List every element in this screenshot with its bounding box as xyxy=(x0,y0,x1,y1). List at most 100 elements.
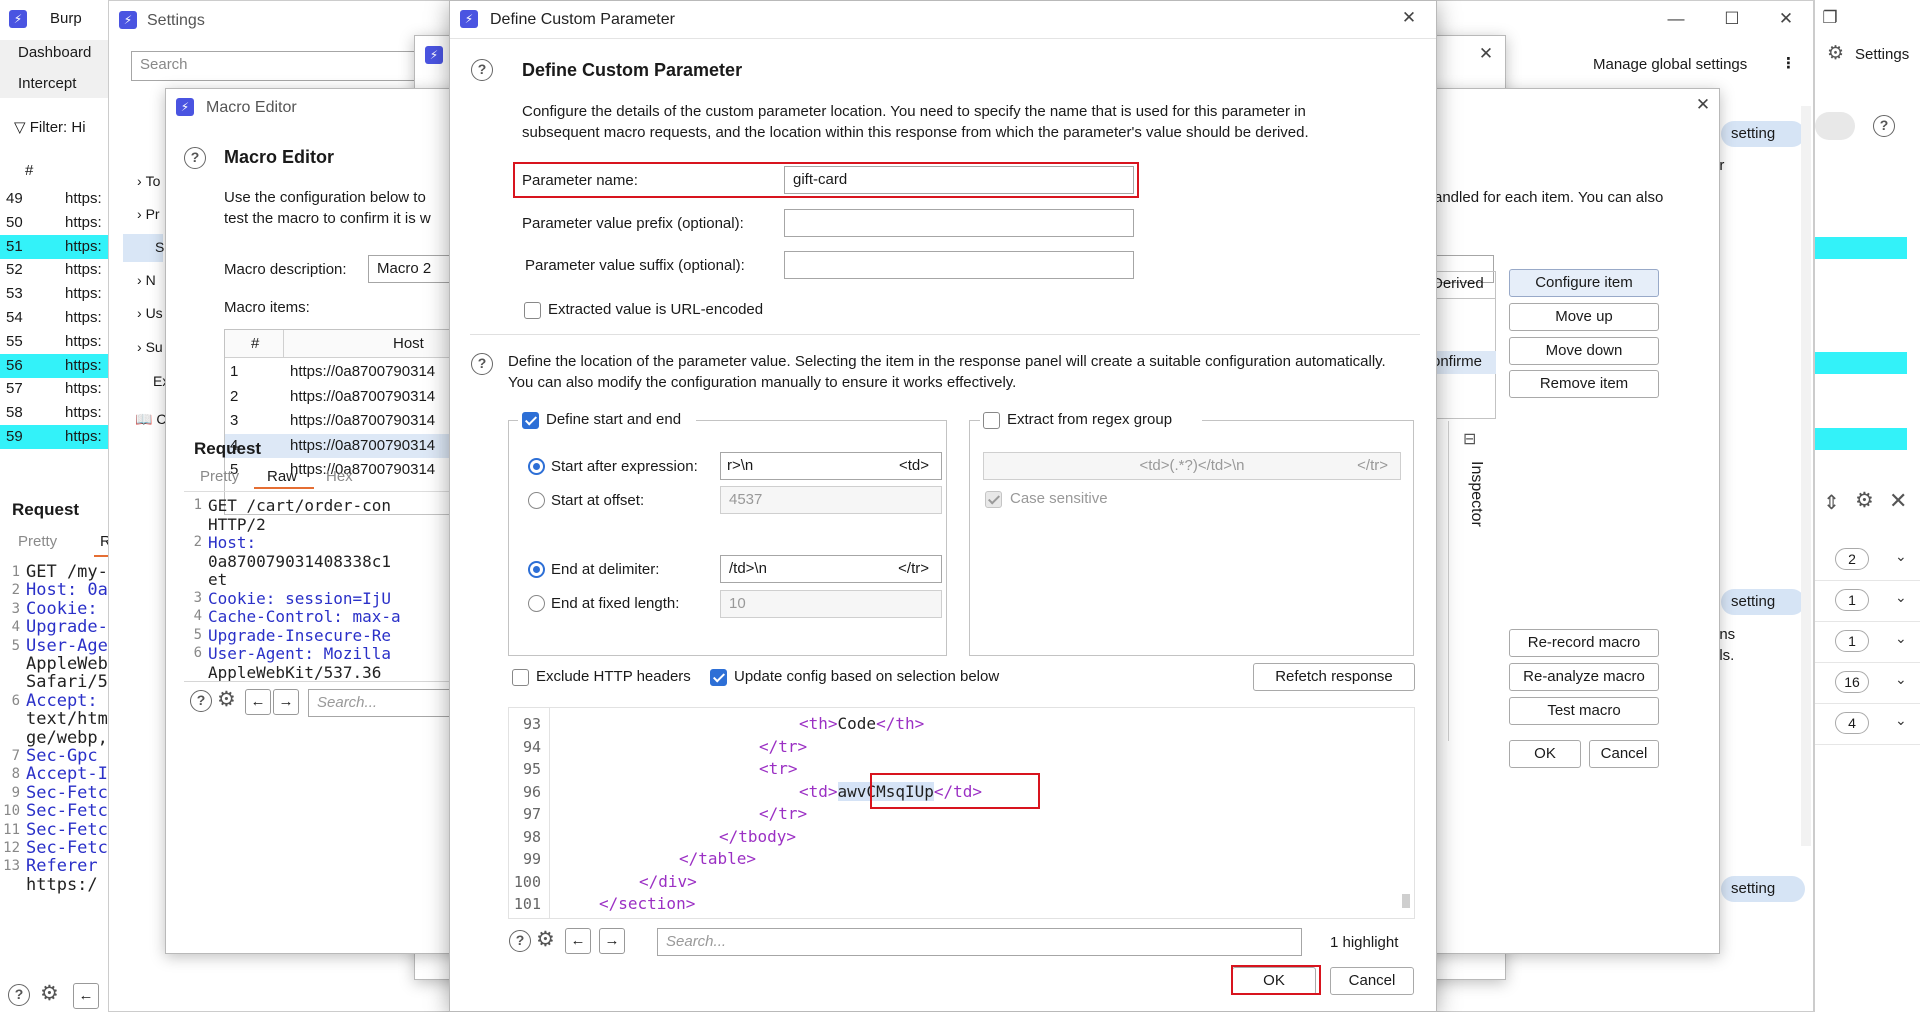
tab-pretty[interactable]: Pretty xyxy=(200,468,239,485)
macro-cancel-button[interactable]: Cancel xyxy=(1589,740,1659,768)
macro-request-editor[interactable]: 1 GET /cart/order-con HTTP/2 2 Host: 0a870079… xyxy=(184,491,454,681)
tab-hex[interactable]: Hex xyxy=(326,468,353,485)
filter-bar[interactable]: ▽ Filter: Hi xyxy=(14,118,86,136)
split-icon[interactable]: ⇕ xyxy=(1823,490,1840,515)
reanalyze-macro-button[interactable]: Re-analyze macro xyxy=(1509,663,1659,691)
back-arrow-icon[interactable]: ← xyxy=(565,928,591,954)
restore-icon[interactable]: ❐ xyxy=(1815,8,1845,28)
request-editor[interactable]: 1 GET /my- 2 Host: 0a 3 Cookie: 4 Upgrade- 5 User… xyxy=(0,563,110,973)
help-icon[interactable]: ? xyxy=(8,984,30,1006)
scrollbar[interactable] xyxy=(1801,106,1811,846)
gear-icon[interactable]: ⚙ xyxy=(1855,490,1874,512)
table-row[interactable]: 52 https: xyxy=(0,258,110,282)
ok-button[interactable]: OK xyxy=(1232,967,1316,995)
setting-chip[interactable]: setting xyxy=(1721,121,1805,147)
chevron-down-icon[interactable]: ⌄ xyxy=(1895,630,1907,647)
tab-pretty[interactable]: Pretty xyxy=(18,533,57,550)
count-row[interactable]: 1 ⌄ xyxy=(1815,582,1920,622)
forward-arrow-icon[interactable]: → xyxy=(599,928,625,954)
menu-dashboard[interactable]: Dashboard xyxy=(18,44,91,61)
nav-item-suite[interactable]: › Su xyxy=(137,339,163,355)
nav-item-user[interactable]: › Us xyxy=(137,305,163,321)
back-arrow-icon[interactable]: ← xyxy=(245,689,271,715)
prefix-input[interactable] xyxy=(784,209,1134,237)
manage-global-settings[interactable]: Manage global settings xyxy=(1593,56,1747,73)
table-row[interactable]: 53 https: xyxy=(0,282,110,306)
cancel-button[interactable]: Cancel xyxy=(1330,967,1414,995)
table-row[interactable]: 58 https: xyxy=(0,401,110,425)
table-row[interactable]: 56 https: xyxy=(0,353,110,378)
response-viewer[interactable]: 93 <th>Code</th> 94 </tr> 95 <tr> 96 <td>awvCMs… xyxy=(508,707,1415,919)
table-row[interactable]: 51 https: xyxy=(0,234,110,259)
end-delimiter-input[interactable]: /td>\n </tr> xyxy=(720,555,942,583)
menu-intercept[interactable]: Intercept xyxy=(18,75,76,92)
chevron-down-icon[interactable]: ⌄ xyxy=(1895,589,1907,606)
help-icon[interactable]: ? xyxy=(190,690,212,712)
update-config-checkbox[interactable] xyxy=(710,669,727,686)
response-search-input[interactable]: Search... xyxy=(657,928,1302,956)
maximize-icon[interactable]: ☐ xyxy=(1717,9,1747,29)
nav-item-network[interactable]: › N xyxy=(137,272,156,288)
table-row[interactable]: 57 https: xyxy=(0,377,110,401)
define-start-end-checkbox[interactable] xyxy=(522,412,539,429)
regex-checkbox[interactable] xyxy=(983,412,1000,429)
end-delimiter-radio[interactable] xyxy=(528,561,545,578)
test-macro-button[interactable]: Test macro xyxy=(1509,697,1659,725)
minimize-icon[interactable]: — xyxy=(1661,9,1691,29)
chevron-down-icon[interactable]: ⌄ xyxy=(1895,712,1907,729)
count-row[interactable]: 4 ⌄ xyxy=(1815,705,1920,745)
url-encoded-checkbox[interactable] xyxy=(524,302,541,319)
regex-input[interactable]: <td>(.*?)</td>\n </tr> xyxy=(983,452,1401,480)
macro-item-row[interactable]: 3 https://0a8700790314 xyxy=(225,409,453,433)
code-scrollbar[interactable] xyxy=(1402,894,1410,908)
end-fixed-radio[interactable] xyxy=(528,595,545,612)
setting-chip[interactable]: setting xyxy=(1721,876,1805,902)
end-fixed-input[interactable]: 10 xyxy=(720,590,942,618)
table-row[interactable]: 49 https: xyxy=(0,187,110,211)
move-up-button[interactable]: Move up xyxy=(1509,303,1659,331)
table-row[interactable]: 50 https: xyxy=(0,211,110,235)
start-after-radio[interactable] xyxy=(528,458,545,475)
gear-icon[interactable]: ⚙ xyxy=(40,983,59,1005)
macro-item-row[interactable]: 2 https://0a8700790314 xyxy=(225,385,453,409)
case-sensitive-checkbox[interactable] xyxy=(985,491,1002,508)
help-icon[interactable]: ? xyxy=(1873,115,1895,137)
close-icon[interactable]: ✕ xyxy=(1471,44,1501,64)
start-after-input[interactable]: r>\n <td> xyxy=(720,452,942,480)
start-offset-radio[interactable] xyxy=(528,492,545,509)
more-icon[interactable]: ⋮ xyxy=(1781,54,1796,72)
close-icon[interactable]: ✕ xyxy=(1394,8,1424,28)
macro-item-row[interactable]: 1 https://0a8700790314 xyxy=(225,360,453,384)
back-arrow-icon[interactable]: ← xyxy=(73,983,99,1009)
chevron-down-icon[interactable]: ⌄ xyxy=(1895,548,1907,565)
help-icon[interactable]: ? xyxy=(471,353,493,375)
param-name-input[interactable]: gift-card xyxy=(784,166,1134,194)
count-row[interactable]: 16 ⌄ xyxy=(1815,664,1920,704)
move-down-button[interactable]: Move down xyxy=(1509,337,1659,365)
gear-icon[interactable]: ⚙ xyxy=(536,929,555,951)
table-row[interactable]: 55 https: xyxy=(0,330,110,354)
count-row[interactable]: 1 ⌄ xyxy=(1815,623,1920,663)
gear-icon[interactable]: ⚙ xyxy=(217,689,236,711)
nav-item-tools[interactable]: › To xyxy=(137,173,160,189)
close-icon[interactable]: ✕ xyxy=(1688,95,1718,115)
settings-button[interactable]: Settings xyxy=(1855,46,1909,63)
table-row[interactable]: 59 https: xyxy=(0,425,110,449)
help-icon[interactable]: ? xyxy=(509,930,531,952)
configure-item-button[interactable]: Configure item xyxy=(1509,269,1659,297)
settings-search-input[interactable]: Search xyxy=(131,51,431,81)
help-icon[interactable]: ? xyxy=(184,147,206,169)
setting-chip[interactable]: setting xyxy=(1721,589,1805,615)
remove-item-button[interactable]: Remove item xyxy=(1509,370,1659,398)
search-input[interactable] xyxy=(1815,112,1855,140)
macro-ok-button[interactable]: OK xyxy=(1509,740,1581,768)
table-row[interactable]: 54 https: xyxy=(0,306,110,330)
suffix-input[interactable] xyxy=(784,251,1134,279)
nav-item-project[interactable]: › Pr xyxy=(137,206,160,222)
refetch-response-button[interactable]: Refetch response xyxy=(1253,663,1415,691)
gear-icon[interactable]: ⚙ xyxy=(1827,43,1844,65)
count-row[interactable]: 2 ⌄ xyxy=(1815,541,1920,581)
chevron-down-icon[interactable]: ⌄ xyxy=(1895,671,1907,688)
help-icon[interactable]: ? xyxy=(471,59,493,81)
exclude-headers-checkbox[interactable] xyxy=(512,669,529,686)
